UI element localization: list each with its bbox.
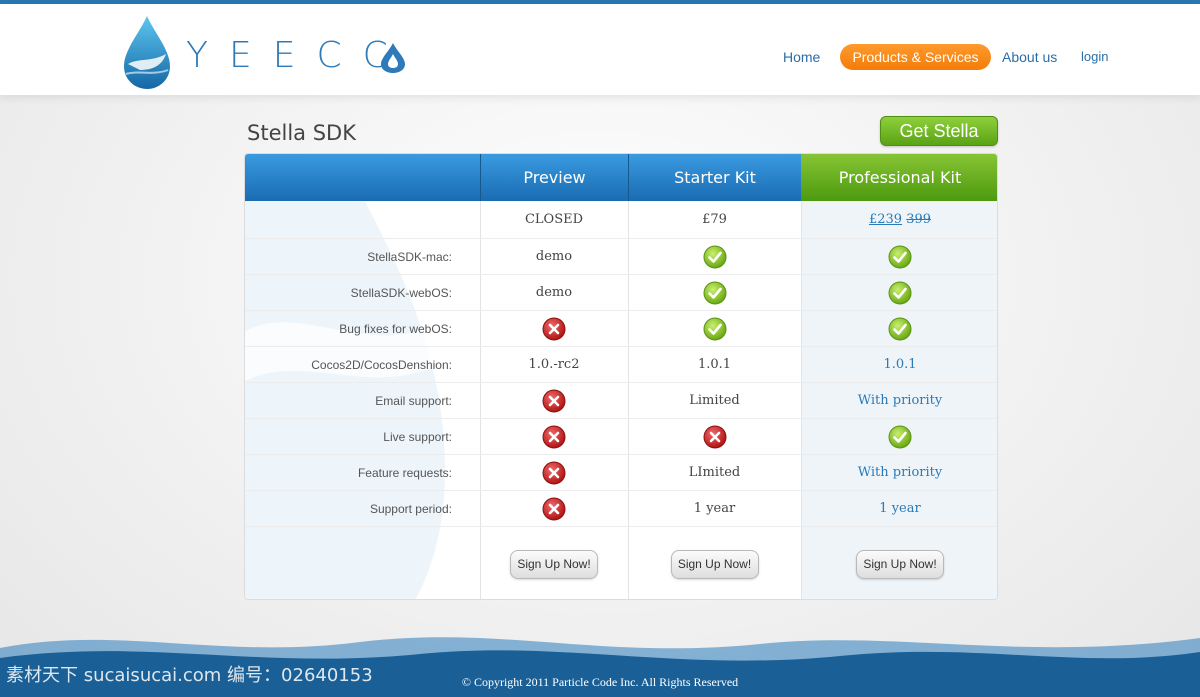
starter-cell [628,239,801,274]
brand-name: YEECC [186,35,409,76]
row-label: Cocos2D/CocosDenshion: [311,357,452,372]
table-header: Preview Starter Kit Professional Kit [245,154,997,201]
copyright-text: © Copyright 2011 Particle Code Inc. All … [461,675,739,689]
row-label: Support period: [369,501,452,516]
row-label: Live support: [383,429,452,444]
nav-home-link[interactable]: Home [783,44,820,70]
preview-value: 1.0.-rc2 [528,357,580,372]
table-row: Support period: 1 year 1 year [245,491,997,527]
starter-cell [628,419,801,454]
cross-icon [542,317,566,341]
starter-cell [628,275,801,310]
check-icon [888,317,912,341]
pro-value: With priority [857,465,943,480]
cross-icon [542,389,566,413]
preview-price: CLOSED [524,212,584,227]
row-label: StellaSDK-mac: [367,249,452,264]
header-preview: Preview [480,154,628,201]
cross-icon [542,461,566,485]
header-blank-cell [245,154,480,201]
cross-icon [703,425,727,449]
table-row: Email support: Limited With priority [245,383,997,419]
preview-cell [480,311,628,346]
preview-cell [480,419,628,454]
get-stella-button[interactable]: Get Stella [880,116,998,146]
signup-row: Sign Up Now! Sign Up Now! Sign Up Now! [245,527,997,599]
starter-value: LImited [688,465,741,480]
table-row: StellaSDK-webOS: demo [245,275,997,311]
check-icon [888,281,912,305]
table-row: Cocos2D/CocosDenshion: 1.0.-rc2 1.0.1 1.0.1 [245,347,997,383]
check-icon [703,245,727,269]
pro-cell [801,275,997,310]
pricing-table: Preview Starter Kit Professional Kit CLO… [244,153,998,600]
starter-value: Limited [689,393,740,408]
starter-price: £79 [702,212,727,227]
signup-professional-button[interactable]: Sign Up Now! [856,549,944,579]
check-icon [888,245,912,269]
water-drop-logo-icon [124,16,170,89]
table-row: Live support: [245,419,997,455]
starter-cell [628,311,801,346]
signup-starter-button[interactable]: Sign Up Now! [670,549,759,579]
preview-cell [480,383,628,418]
row-label: Bug fixes for webOS: [339,321,452,336]
professional-price-new: £239 [868,212,903,227]
pro-value: 1 year [879,501,921,516]
page-title: Stella SDK [247,121,356,145]
price-row: CLOSED £79 £239 399 [245,201,997,239]
row-label: Email support: [375,393,452,408]
preview-cell [480,455,628,490]
table-row: Bug fixes for webOS: [245,311,997,347]
pro-cell [801,419,997,454]
preview-value: demo [535,285,573,300]
cross-icon [542,425,566,449]
site-header: YEECC Home Products & Services About us … [0,4,1200,95]
table-row: StellaSDK-mac: demo [245,239,997,275]
professional-price: £239 399 [801,201,997,238]
pro-cell [801,311,997,346]
professional-price-old: 399 [906,212,932,227]
nav-products-services-link[interactable]: Products & Services [840,44,991,70]
preview-cell [480,491,628,526]
preview-value: demo [535,249,573,264]
starter-value: 1.0.1 [697,357,732,372]
header-starter-kit: Starter Kit [628,154,801,201]
row-label: StellaSDK-webOS: [350,285,452,300]
nav-about-link[interactable]: About us [1002,44,1057,70]
header-professional-kit: Professional Kit [801,154,997,201]
starter-value: 1 year [693,501,736,516]
drop-letter-icon [381,43,405,73]
starter-signup-cell: Sign Up Now! [628,527,801,599]
cross-icon [542,497,566,521]
pro-value: 1.0.1 [883,357,917,372]
pro-value: With priority [857,393,943,408]
row-label: Feature requests: [357,465,452,480]
check-icon [703,281,727,305]
preview-signup-cell: Sign Up Now! [480,527,628,599]
professional-signup-cell: Sign Up Now! [801,527,997,599]
nav-login-link[interactable]: login [1081,44,1108,70]
pro-cell [801,239,997,274]
signup-preview-button[interactable]: Sign Up Now! [510,549,598,579]
table-row: Feature requests: LImited With priority [245,455,997,491]
check-icon [703,317,727,341]
check-icon [888,425,912,449]
